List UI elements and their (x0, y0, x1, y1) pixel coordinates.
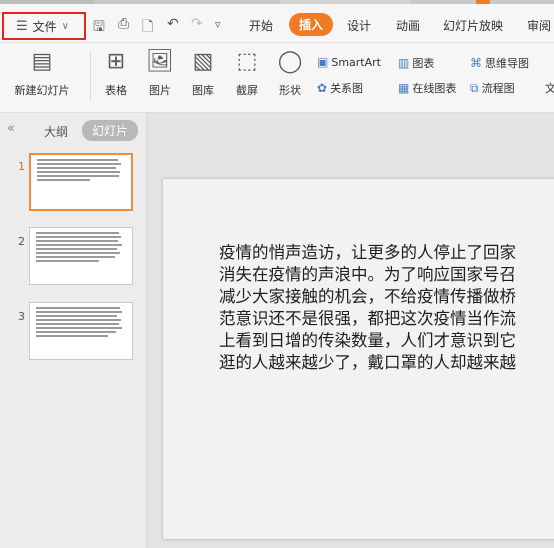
slide-thumbnail-3[interactable] (29, 302, 133, 360)
slide-text-box[interactable]: 疫情的悄声造访，让更多的人停止了回家 消失在疫情的声浪中。为了响应国家号召 减少… (219, 242, 554, 374)
gallery-label: 图库 (192, 84, 214, 97)
slide-text-line: 范意识还不是很强，都把这次疫情当作流 (219, 309, 516, 328)
menu-bar: ☰ 文件 ∨ 🖫 ⎙ 🗋 ↶ ↷ ▿ 开始 插入 设计 动画 幻灯片放映 审阅 (0, 4, 554, 43)
undo-icon[interactable]: ↶ (167, 16, 179, 32)
table-label: 表格 (105, 84, 127, 97)
slide-text-line: 消失在疫情的声浪中。为了响应国家号召 (219, 265, 516, 284)
collapse-panel-icon[interactable]: « (7, 121, 15, 136)
relation-chart-button[interactable]: ✿ 关系图 (317, 80, 363, 96)
tab-home[interactable]: 开始 (249, 17, 273, 34)
text-button-partial[interactable]: 文 (545, 80, 554, 96)
quick-access-dropdown-icon[interactable]: ▿ (215, 18, 221, 31)
current-slide[interactable]: 疫情的悄声造访，让更多的人停止了回家 消失在疫情的声浪中。为了响应国家号召 减少… (163, 179, 554, 539)
screenshot-button[interactable]: ⬚ 截屏 (229, 49, 265, 98)
relation-chart-icon: ✿ (317, 81, 328, 95)
tab-outline[interactable]: 大纲 (44, 123, 68, 140)
tab-insert[interactable]: 插入 (289, 13, 334, 36)
flowchart-icon: ⧉ (470, 81, 479, 95)
tab-design[interactable]: 设计 (347, 17, 371, 34)
flowchart-label: 流程图 (481, 82, 515, 95)
screenshot-label: 截屏 (236, 84, 258, 97)
hamburger-icon: ☰ (16, 18, 28, 34)
slide-text-line: 逛的人越来越少了，戴口罩的人却越来越 (219, 353, 516, 372)
online-chart-button[interactable]: ▦ 在线图表 (398, 80, 456, 96)
slide-editor-area: 疫情的悄声造访，让更多的人停止了回家 消失在疫情的声浪中。为了响应国家号召 减少… (147, 113, 554, 548)
slide-thumbnail-2[interactable] (29, 227, 133, 285)
table-icon: ⊞ (106, 49, 126, 74)
screenshot-icon: ⬚ (236, 49, 258, 74)
shape-label: 形状 (279, 84, 301, 97)
gallery-icon: ▧ (192, 49, 214, 74)
slide-number: 1 (18, 160, 25, 173)
file-menu-label: 文件 (32, 19, 57, 34)
slide-thumbnail-1[interactable] (29, 153, 133, 211)
redo-icon[interactable]: ↷ (191, 16, 203, 32)
online-chart-label: 在线图表 (412, 82, 457, 95)
save-icon[interactable]: 🖫 (93, 16, 105, 40)
new-slide-button[interactable]: ▤ 新建幻灯片 (10, 49, 74, 98)
new-slide-icon: ▤ (31, 49, 53, 74)
shape-button[interactable]: ◯ 形状 (272, 49, 308, 98)
chart-label: 图表 (412, 57, 435, 70)
slide-number: 2 (18, 235, 25, 248)
table-button[interactable]: ⊞ 表格 (98, 49, 134, 98)
mindmap-icon: ⌘ (470, 56, 482, 70)
tab-slideshow[interactable]: 幻灯片放映 (443, 17, 503, 34)
slide-number: 3 (18, 310, 25, 323)
slide-text-line: 疫情的悄声造访，让更多的人停止了回家 (219, 243, 516, 262)
flowchart-button[interactable]: ⧉ 流程图 (470, 80, 515, 96)
file-menu-button[interactable]: ☰ 文件 ∨ (2, 12, 86, 40)
slide-text-line: 减少大家接触的机会，不给疫情传播做桥 (219, 287, 516, 306)
smartart-icon: ▣ (317, 55, 329, 69)
picture-button[interactable]: 🖼 图片 (142, 49, 178, 98)
slide-text-line: 上看到日增的传染数量，人们才意识到它 (219, 331, 516, 350)
chart-button[interactable]: ▥ 图表 (398, 55, 434, 71)
tab-animation[interactable]: 动画 (396, 17, 420, 34)
relation-chart-label: 关系图 (330, 82, 364, 95)
picture-icon: 🖼 (146, 49, 174, 74)
smartart-label: SmartArt (331, 56, 381, 69)
mindmap-label: 思维导图 (485, 57, 529, 70)
chevron-down-icon: ∨ (61, 20, 69, 32)
new-slide-label: 新建幻灯片 (14, 84, 70, 97)
mindmap-button[interactable]: ⌘ 思维导图 (470, 55, 529, 71)
smartart-button[interactable]: ▣ SmartArt (317, 55, 381, 69)
ribbon-toolbar: ▤ 新建幻灯片 ⊞ 表格 🖼 图片 ▧ 图库 ⬚ 截屏 ◯ 形状 ▣ SmartA… (0, 43, 554, 113)
text-label-partial: 文 (545, 82, 554, 95)
gallery-button[interactable]: ▧ 图库 (185, 49, 221, 98)
tab-review[interactable]: 审阅 (527, 17, 551, 34)
print-icon[interactable]: ⎙ (118, 16, 129, 32)
slides-panel: « 大纲 幻灯片 1 2 3 (0, 113, 147, 548)
chart-icon: ▥ (398, 56, 410, 70)
tab-slides[interactable]: 幻灯片 (82, 120, 139, 141)
online-chart-icon: ▦ (398, 81, 410, 95)
print-preview-icon[interactable]: 🗋 (142, 16, 153, 40)
picture-label: 图片 (149, 84, 171, 97)
shape-icon: ◯ (277, 49, 303, 74)
